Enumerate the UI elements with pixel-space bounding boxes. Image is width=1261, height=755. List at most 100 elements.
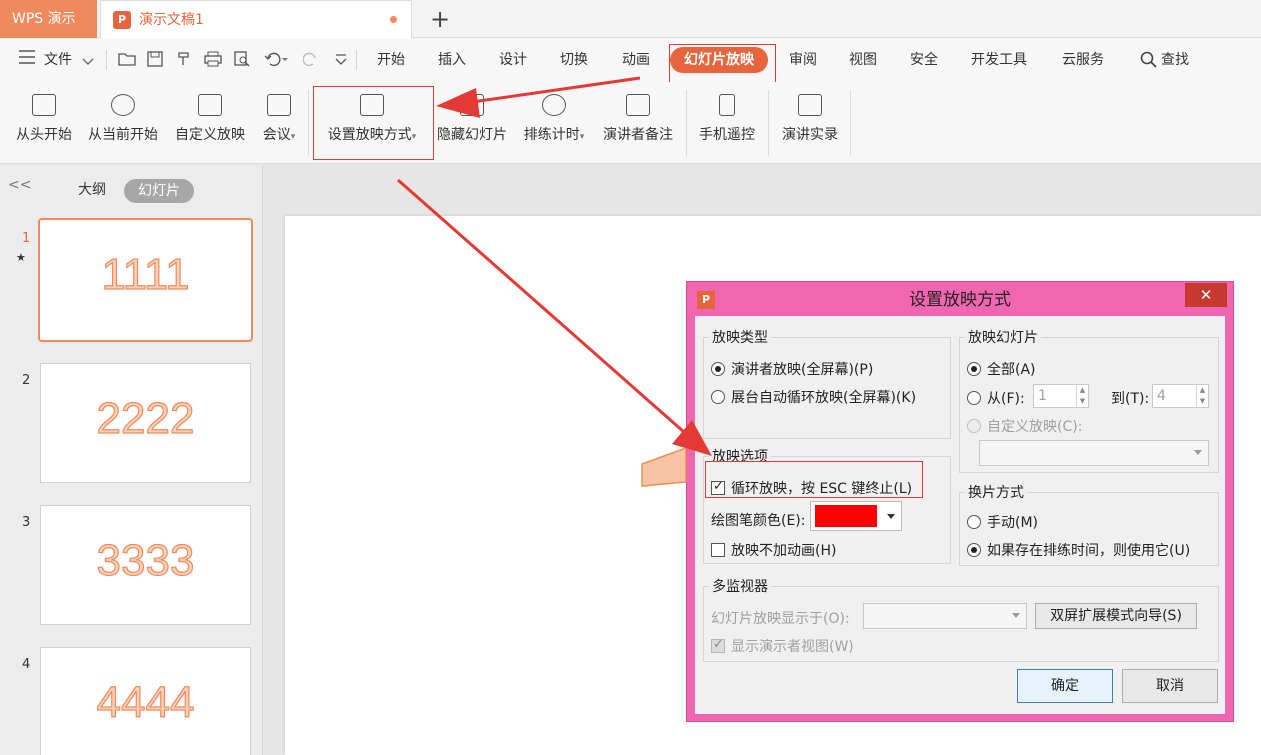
tab-start[interactable]: 开始 (377, 38, 405, 82)
multiple-monitors-title: 多监视器 (709, 576, 771, 596)
tab-security[interactable]: 安全 (910, 38, 938, 82)
hide-slide-button[interactable]: 隐藏幻灯片 (432, 82, 512, 164)
kiosk-mode-option[interactable]: 展台自动循环放映(全屏幕)(K) (711, 387, 916, 407)
tab-design[interactable]: 设计 (499, 38, 527, 82)
kiosk-mode-label: 展台自动循环放映(全屏幕)(K) (731, 390, 917, 406)
cancel-button[interactable]: 取消 (1122, 669, 1218, 703)
title-bar: WPS 演示 P 演示文稿1 + (0, 0, 1261, 38)
chevron-down-icon[interactable] (82, 52, 94, 71)
display-on-label: 幻灯片放映显示于(O): (711, 611, 850, 627)
tab-transitions[interactable]: 切换 (560, 38, 588, 82)
to-slide-spinner[interactable]: 4 ▲ ▼ (1152, 384, 1209, 408)
from-current-label: 从当前开始 (88, 127, 158, 143)
hide-slide-icon (460, 94, 484, 116)
slide-thumbnail-text: 4444 (96, 677, 195, 727)
show-slides-title: 放映幻灯片 (965, 327, 1041, 347)
undo-icon[interactable] (264, 51, 288, 71)
format-painter-icon[interactable] (176, 51, 192, 71)
tab-developer[interactable]: 开发工具 (971, 38, 1027, 82)
close-button[interactable]: ✕ (1185, 283, 1227, 307)
stopwatch-icon (542, 94, 566, 116)
use-timings-option[interactable]: 如果存在排练时间，则使用它(U) (967, 540, 1190, 560)
loop-option-highlight (705, 461, 923, 498)
ribbon: 从头开始 从当前开始 自定义放映 会议▾ 设置放映方式▾ 隐藏幻灯片 排练计时▾… (0, 82, 1261, 164)
file-menu[interactable]: 文件 (44, 38, 72, 82)
document-tab[interactable]: P 演示文稿1 (100, 0, 412, 38)
app-tab-wps[interactable]: WPS 演示 (0, 0, 97, 38)
spinner-arrows-icon[interactable]: ▲ ▼ (1196, 385, 1208, 407)
rehearse-timings-button[interactable]: 排练计时▾ (517, 82, 591, 164)
from-slide-spinner[interactable]: 1 ▲ ▼ (1033, 384, 1089, 408)
slide-thumbnail-text: 3333 (96, 535, 195, 585)
ribbon-divider (686, 90, 687, 156)
record-presentation-button[interactable]: 演讲实录 (776, 82, 844, 164)
tab-insert[interactable]: 插入 (438, 38, 466, 82)
no-animation-option[interactable]: 放映不加动画(H) (711, 540, 836, 560)
phone-remote-button[interactable]: 手机遥控 (694, 82, 760, 164)
slide-thumbnail[interactable]: 2222 (40, 363, 251, 483)
radio-button[interactable] (967, 515, 981, 529)
hamburger-icon[interactable] (18, 49, 36, 69)
tab-animations[interactable]: 动画 (622, 38, 650, 82)
all-slides-label: 全部(A) (987, 362, 1036, 378)
all-slides-option[interactable]: 全部(A) (967, 359, 1036, 379)
meeting-icon (267, 94, 291, 116)
open-folder-icon[interactable] (118, 51, 136, 71)
radio-button[interactable] (967, 419, 981, 433)
presenter-mode-label: 演讲者放映(全屏幕)(P) (731, 362, 874, 378)
from-slide-option[interactable]: 从(F): (967, 388, 1025, 408)
from-beginning-button[interactable]: 从头开始 (10, 82, 78, 164)
pen-color-picker[interactable] (810, 501, 902, 531)
spinner-arrows-icon[interactable]: ▲ ▼ (1076, 385, 1088, 407)
advance-slides-title: 换片方式 (965, 482, 1027, 502)
custom-show-select[interactable] (979, 440, 1209, 466)
rehearse-timings-label: 排练计时▾ (523, 127, 585, 143)
toolbar-divider (106, 50, 107, 70)
from-current-button[interactable]: 从当前开始 (82, 82, 164, 164)
presenter-mode-option[interactable]: 演讲者放映(全屏幕)(P) (711, 359, 873, 379)
from-slide-label: 从(F): (987, 391, 1025, 407)
from-beginning-label: 从头开始 (16, 127, 72, 143)
slide-thumbnail[interactable]: 1111 (38, 218, 253, 342)
tab-view[interactable]: 视图 (849, 38, 877, 82)
radio-button[interactable] (967, 391, 981, 405)
slide-thumbnail[interactable]: 4444 (40, 647, 251, 755)
custom-show-button[interactable]: 自定义放映 (170, 82, 250, 164)
custom-show-option[interactable]: 自定义放映(C): (967, 416, 1082, 436)
slide-thumbnail[interactable]: 3333 (40, 505, 251, 625)
manual-advance-option[interactable]: 手动(M) (967, 512, 1038, 532)
print-icon[interactable] (204, 51, 222, 71)
tab-slides[interactable]: 幻灯片 (124, 179, 194, 203)
print-preview-icon[interactable] (234, 51, 250, 71)
pen-color-swatch (815, 505, 877, 527)
redo-icon[interactable] (302, 51, 319, 71)
phone-icon (719, 94, 735, 116)
to-slide-label: 到(T): (1111, 391, 1150, 407)
play-circle-icon (111, 94, 135, 116)
dialog-body: 放映类型 演讲者放映(全屏幕)(P) 展台自动循环放映(全屏幕)(K) 放映幻灯… (695, 316, 1225, 714)
checkbox[interactable] (711, 543, 725, 557)
search-icon[interactable] (1140, 51, 1158, 73)
radio-button[interactable] (711, 390, 725, 404)
collapse-pane-icon[interactable]: << (8, 177, 31, 193)
radio-button[interactable] (711, 362, 725, 376)
display-on-select[interactable] (863, 603, 1027, 629)
checkbox[interactable] (711, 637, 725, 653)
presenter-view-label: 显示演示者视图(W) (731, 639, 854, 655)
customize-toolbar-icon[interactable] (334, 52, 348, 71)
speaker-notes-button[interactable]: 演讲者备注 (598, 82, 678, 164)
radio-button[interactable] (967, 543, 981, 557)
radio-button[interactable] (967, 362, 981, 376)
tab-outline[interactable]: 大纲 (78, 179, 106, 199)
ok-button[interactable]: 确定 (1017, 669, 1113, 703)
new-tab-button[interactable]: + (428, 4, 452, 34)
ribbon-divider (850, 90, 851, 156)
presenter-view-option[interactable]: 显示演示者视图(W) (711, 636, 854, 656)
search-label[interactable]: 查找 (1161, 38, 1189, 82)
dual-screen-wizard-button[interactable]: 双屏扩展模式向导(S) (1035, 603, 1197, 629)
tab-cloud-services[interactable]: 云服务 (1062, 38, 1104, 82)
meeting-button[interactable]: 会议▾ (256, 82, 302, 164)
from-slide-value: 1 (1038, 388, 1047, 404)
tab-review[interactable]: 审阅 (789, 38, 817, 82)
save-icon[interactable] (147, 51, 163, 71)
